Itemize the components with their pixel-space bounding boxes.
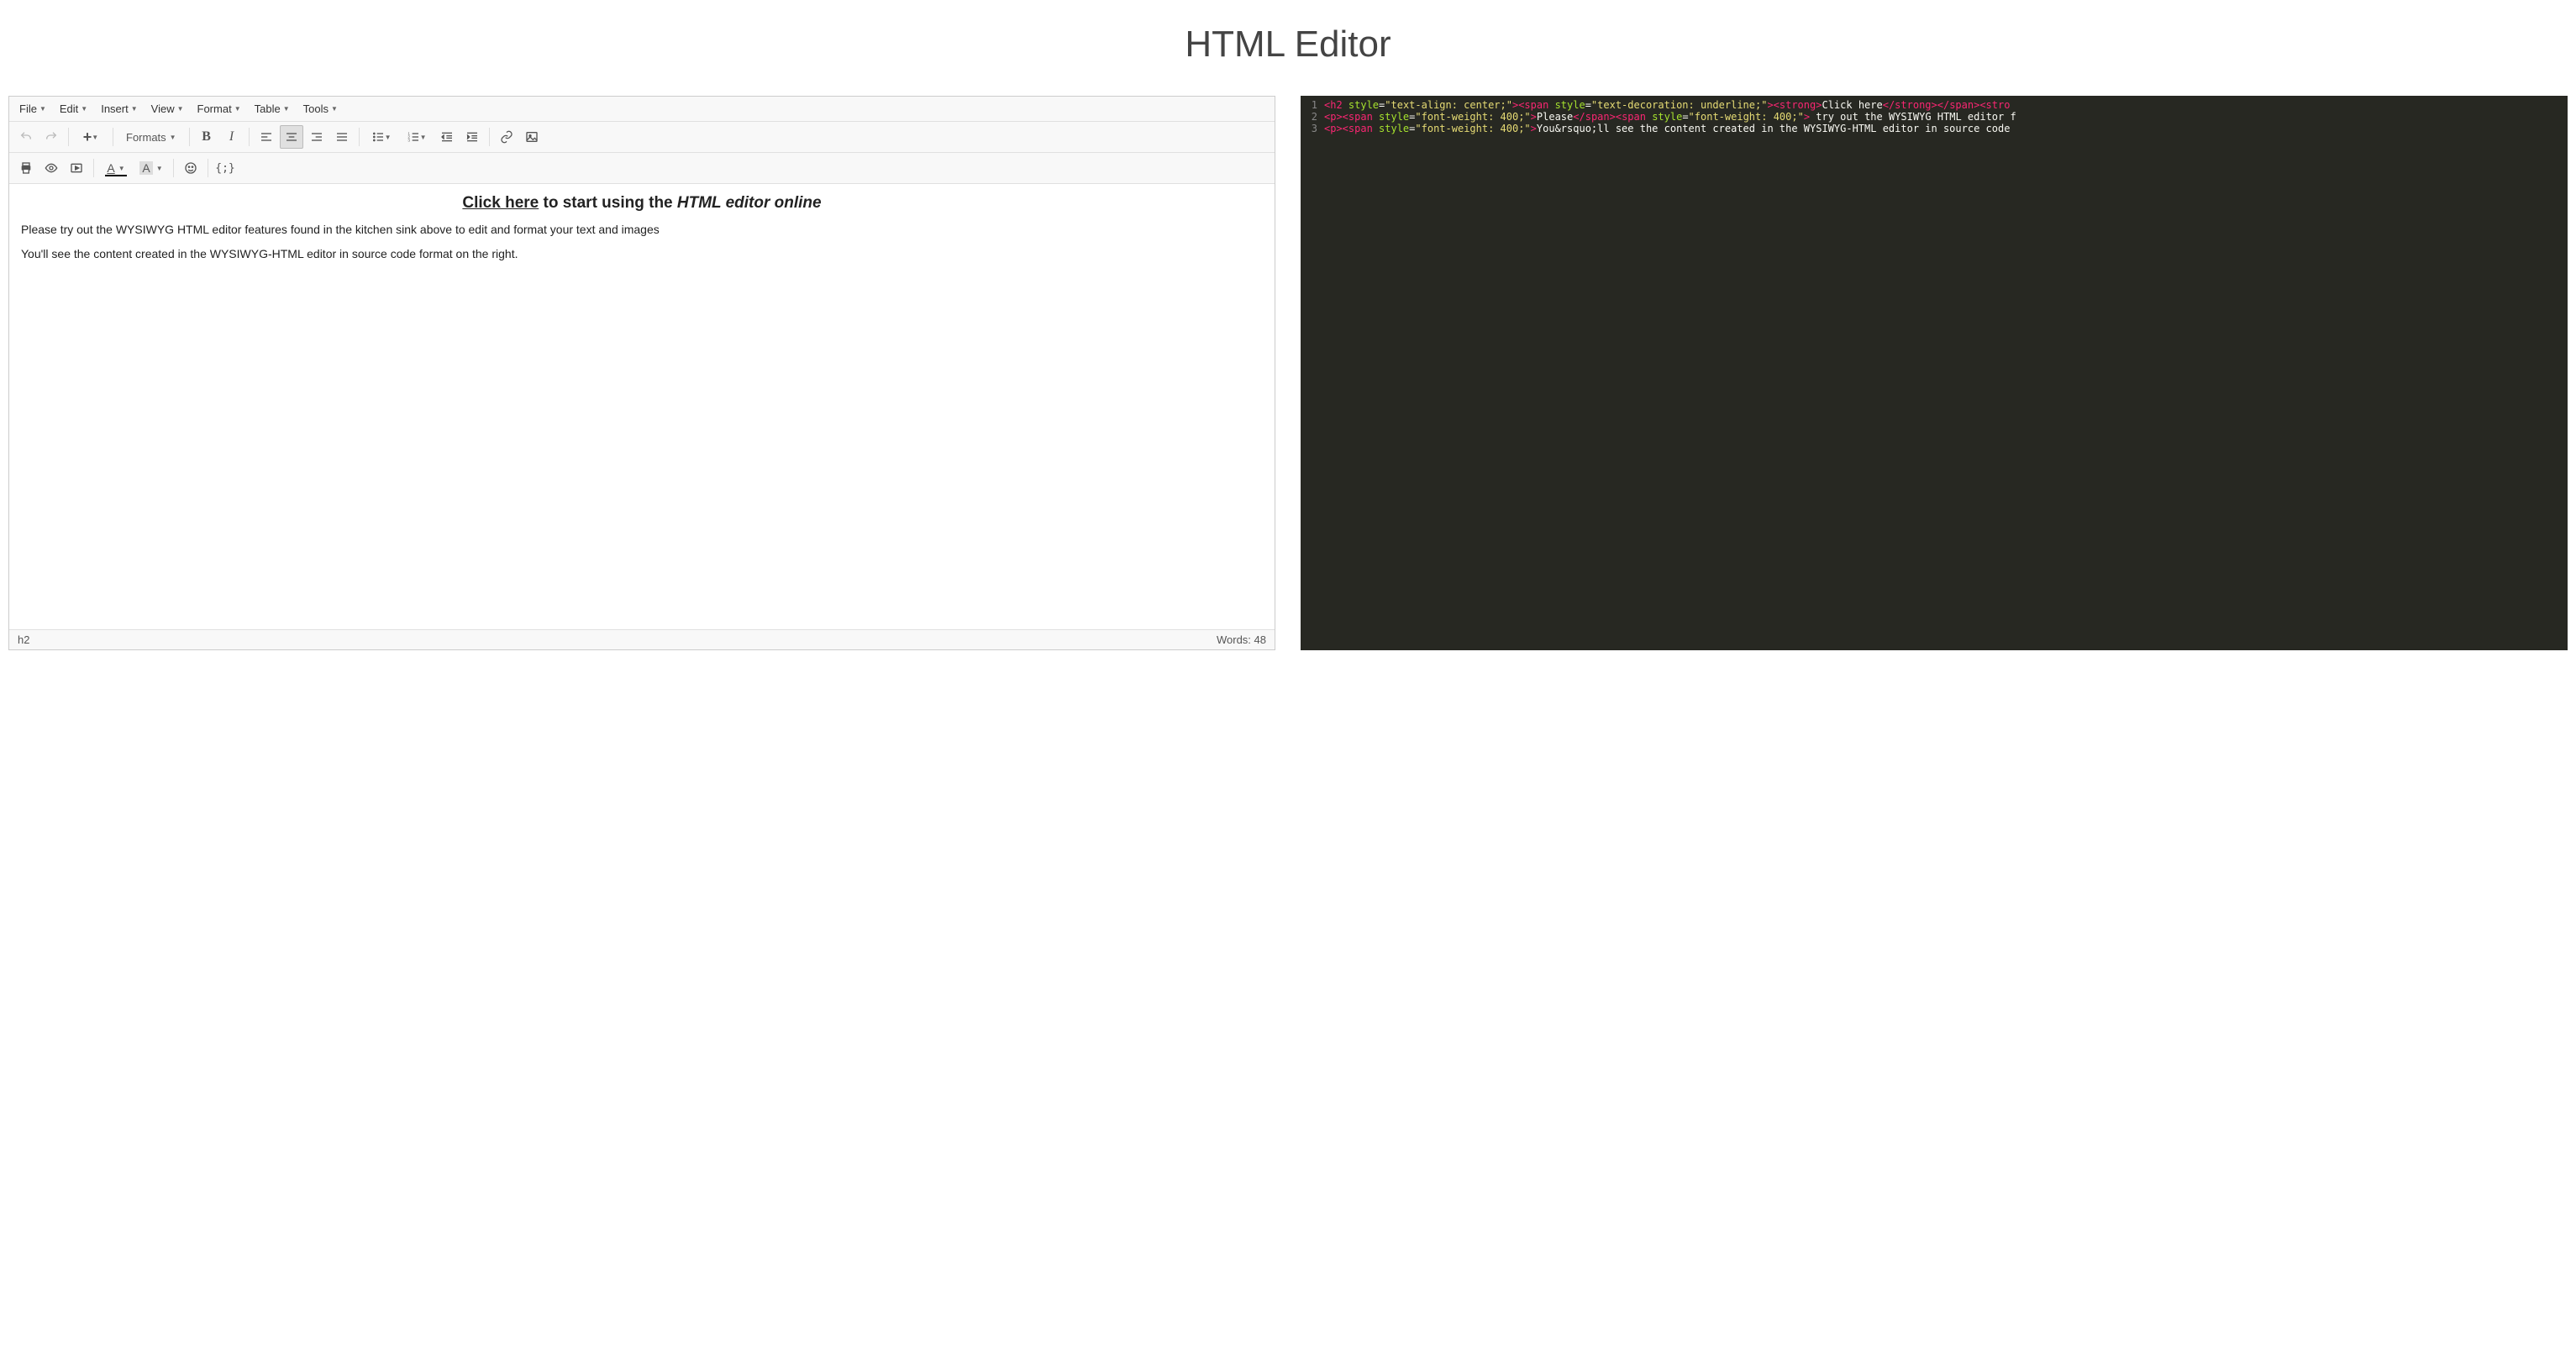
- caret-down-icon: ▼: [39, 105, 46, 113]
- bg-color-icon: A: [139, 161, 152, 175]
- align-justify-button[interactable]: [330, 125, 354, 149]
- link-icon: [500, 130, 513, 144]
- line-number: 3: [1301, 123, 1324, 134]
- caret-down-icon: ▼: [118, 165, 125, 172]
- code-line[interactable]: 1<h2 style="text-align: center;"><span s…: [1301, 99, 2568, 111]
- caret-down-icon: ▼: [170, 134, 176, 141]
- outdent-button[interactable]: [435, 125, 459, 149]
- split-layout: File▼ Edit▼ Insert▼ View▼ Format▼ Table▼…: [0, 96, 2576, 650]
- caret-down-icon: ▼: [177, 105, 184, 113]
- toolbar-row-1: +▼ Formats▼ B I ▼ 123▼: [9, 122, 1275, 153]
- code-sample-button[interactable]: {;}: [213, 156, 237, 180]
- print-button[interactable]: [14, 156, 38, 180]
- numbered-list-icon: 123: [407, 130, 420, 144]
- eye-icon: [45, 161, 58, 175]
- menu-view[interactable]: View▼: [146, 99, 189, 118]
- page-title: HTML Editor: [0, 24, 2576, 66]
- text-color-button[interactable]: A▼: [99, 156, 133, 180]
- preview-button[interactable]: [39, 156, 63, 180]
- separator: [173, 159, 174, 177]
- image-icon: [525, 130, 539, 144]
- caret-down-icon: ▼: [331, 105, 338, 113]
- content-para-2[interactable]: You'll see the content created in the WY…: [21, 245, 1263, 263]
- line-number: 2: [1301, 111, 1324, 123]
- code-line[interactable]: 2<p><span style="font-weight: 400;">Plea…: [1301, 111, 2568, 123]
- link-button[interactable]: [495, 125, 518, 149]
- separator: [489, 128, 490, 146]
- separator: [189, 128, 190, 146]
- caret-down-icon: ▼: [81, 105, 87, 113]
- caret-down-icon: ▼: [234, 105, 241, 113]
- align-justify-icon: [335, 130, 349, 144]
- editor-canvas[interactable]: Click here to start using the HTML edito…: [9, 184, 1275, 629]
- toolbar-row-2: A▼ A▼ {;}: [9, 153, 1275, 184]
- bold-icon: B: [202, 129, 211, 145]
- code-icon: {;}: [215, 162, 234, 175]
- undo-button[interactable]: [14, 125, 38, 149]
- media-icon: [70, 161, 83, 175]
- align-left-button[interactable]: [255, 125, 278, 149]
- caret-down-icon: ▼: [131, 105, 138, 113]
- editor-panel: File▼ Edit▼ Insert▼ View▼ Format▼ Table▼…: [8, 96, 1275, 650]
- smiley-icon: [184, 161, 197, 175]
- numbered-list-button[interactable]: 123▼: [400, 125, 434, 149]
- align-left-icon: [260, 130, 273, 144]
- statusbar: h2 Words: 48: [9, 629, 1275, 649]
- menu-edit[interactable]: Edit▼: [55, 99, 92, 118]
- caret-down-icon: ▼: [283, 105, 290, 113]
- align-right-button[interactable]: [305, 125, 329, 149]
- code-editor[interactable]: 1<h2 style="text-align: center;"><span s…: [1301, 96, 2568, 650]
- align-center-icon: [285, 130, 298, 144]
- caret-down-icon: ▼: [385, 134, 392, 141]
- print-icon: [19, 161, 33, 175]
- plus-icon: +: [83, 129, 92, 146]
- align-center-button[interactable]: [280, 125, 303, 149]
- outdent-icon: [440, 130, 454, 144]
- redo-button[interactable]: [39, 125, 63, 149]
- separator: [93, 159, 94, 177]
- indent-icon: [465, 130, 479, 144]
- undo-icon: [19, 130, 33, 144]
- code-line[interactable]: 3<p><span style="font-weight: 400;">You&…: [1301, 123, 2568, 134]
- content-para-1[interactable]: Please try out the WYSIWYG HTML editor f…: [21, 221, 1263, 239]
- svg-text:3: 3: [407, 138, 410, 142]
- menu-table[interactable]: Table▼: [250, 99, 295, 118]
- redo-icon: [45, 130, 58, 144]
- editor-wrapper: File▼ Edit▼ Insert▼ View▼ Format▼ Table▼…: [8, 96, 1275, 650]
- media-button[interactable]: [65, 156, 88, 180]
- menu-insert[interactable]: Insert▼: [96, 99, 142, 118]
- bullet-list-button[interactable]: ▼: [365, 125, 398, 149]
- italic-button[interactable]: I: [220, 125, 244, 149]
- new-document-button[interactable]: +▼: [74, 125, 108, 149]
- menu-tools[interactable]: Tools▼: [298, 99, 343, 118]
- indent-button[interactable]: [460, 125, 484, 149]
- content-heading[interactable]: Click here to start using the HTML edito…: [21, 194, 1263, 213]
- formats-dropdown[interactable]: Formats▼: [118, 125, 184, 149]
- text-color-icon: A: [107, 161, 114, 175]
- menu-file[interactable]: File▼: [14, 99, 51, 118]
- word-count[interactable]: Words: 48: [1217, 633, 1266, 646]
- menubar: File▼ Edit▼ Insert▼ View▼ Format▼ Table▼…: [9, 97, 1275, 122]
- line-number: 1: [1301, 99, 1324, 111]
- bullet-list-icon: [371, 130, 385, 144]
- bold-button[interactable]: B: [195, 125, 218, 149]
- background-color-button[interactable]: A▼: [134, 156, 168, 180]
- caret-down-icon: ▼: [92, 134, 98, 141]
- separator: [249, 128, 250, 146]
- italic-icon: I: [229, 129, 234, 145]
- caret-down-icon: ▼: [156, 165, 163, 172]
- menu-format[interactable]: Format▼: [192, 99, 246, 118]
- separator: [359, 128, 360, 146]
- emoticons-button[interactable]: [179, 156, 202, 180]
- image-button[interactable]: [520, 125, 544, 149]
- align-right-icon: [310, 130, 323, 144]
- element-path[interactable]: h2: [18, 633, 29, 646]
- separator: [68, 128, 69, 146]
- source-panel: 1<h2 style="text-align: center;"><span s…: [1301, 96, 2568, 650]
- caret-down-icon: ▼: [420, 134, 427, 141]
